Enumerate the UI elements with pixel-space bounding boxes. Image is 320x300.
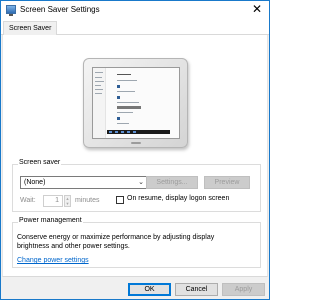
- preview-line: [95, 93, 102, 94]
- preview-line: [95, 81, 104, 82]
- preview-sidebar: [93, 68, 106, 138]
- monitor-icon: [6, 5, 16, 16]
- preview-line: [117, 102, 139, 103]
- cancel-button[interactable]: Cancel: [175, 283, 218, 296]
- preview-line: [117, 123, 129, 124]
- tab-content: Screen saver (None) ⌄ Settings... Previe…: [2, 35, 268, 277]
- preview-swatch: [117, 96, 120, 99]
- screen-saver-select[interactable]: (None) ⌄: [20, 176, 148, 189]
- screen-saver-selected-value: (None): [24, 179, 46, 186]
- preview-line: [117, 74, 131, 75]
- preview-taskbar-icon: [133, 131, 136, 133]
- preview-line: [117, 112, 133, 113]
- chevron-down-icon: ⌄: [138, 179, 144, 186]
- close-button[interactable]: ✕: [249, 2, 265, 17]
- preview-line: [95, 89, 103, 90]
- preview-line: [95, 72, 103, 73]
- preview-line: [95, 85, 101, 86]
- preview-line: [117, 80, 137, 81]
- window-title: Screen Saver Settings: [20, 5, 100, 14]
- preview-line: [95, 77, 102, 78]
- minutes-label: minutes: [75, 197, 100, 204]
- ok-button[interactable]: OK: [128, 283, 171, 296]
- preview-button[interactable]: Preview: [204, 176, 250, 189]
- preview-swatch: [117, 117, 120, 120]
- logon-screen-checkbox[interactable]: [116, 196, 124, 204]
- power-description: Conserve energy or maximize performance …: [17, 234, 215, 250]
- monitor-power-light: [131, 142, 141, 144]
- preview-line: [117, 106, 141, 109]
- power-management-group-label: Power management: [18, 217, 83, 224]
- chevron-down-icon[interactable]: ▼: [65, 201, 70, 206]
- logon-screen-label[interactable]: On resume, display logon screen: [127, 195, 229, 202]
- apply-button[interactable]: Apply: [222, 283, 265, 296]
- tab-screen-saver[interactable]: Screen Saver: [3, 21, 58, 36]
- preview-screen: [92, 67, 180, 139]
- screen-saver-group-label: Screen saver: [18, 159, 62, 166]
- tab-strip: Screen Saver: [1, 19, 269, 36]
- wait-label: Wait:: [20, 197, 36, 204]
- preview-taskbar-icon: [115, 131, 118, 133]
- preview-taskbar-icon: [109, 131, 112, 133]
- wait-minutes-input[interactable]: 1: [43, 195, 63, 207]
- power-management-group: Power management Conserve energy or maxi…: [12, 217, 261, 268]
- preview-taskbar: [107, 130, 170, 134]
- title-bar[interactable]: Screen Saver Settings ✕: [1, 1, 269, 19]
- preview-line: [117, 91, 135, 92]
- screen-saver-group: Screen saver (None) ⌄ Settings... Previe…: [12, 159, 261, 212]
- screen-saver-settings-window: Screen Saver Settings ✕ Screen Saver Scr…: [0, 0, 270, 300]
- preview-swatch: [117, 85, 120, 88]
- monitor-preview: [83, 58, 188, 148]
- settings-button[interactable]: Settings...: [146, 176, 198, 189]
- change-power-settings-link[interactable]: Change power settings: [17, 257, 89, 264]
- wait-stepper[interactable]: ▲ ▼: [64, 195, 71, 207]
- preview-taskbar-icon: [127, 131, 130, 133]
- preview-taskbar-icon: [121, 131, 124, 133]
